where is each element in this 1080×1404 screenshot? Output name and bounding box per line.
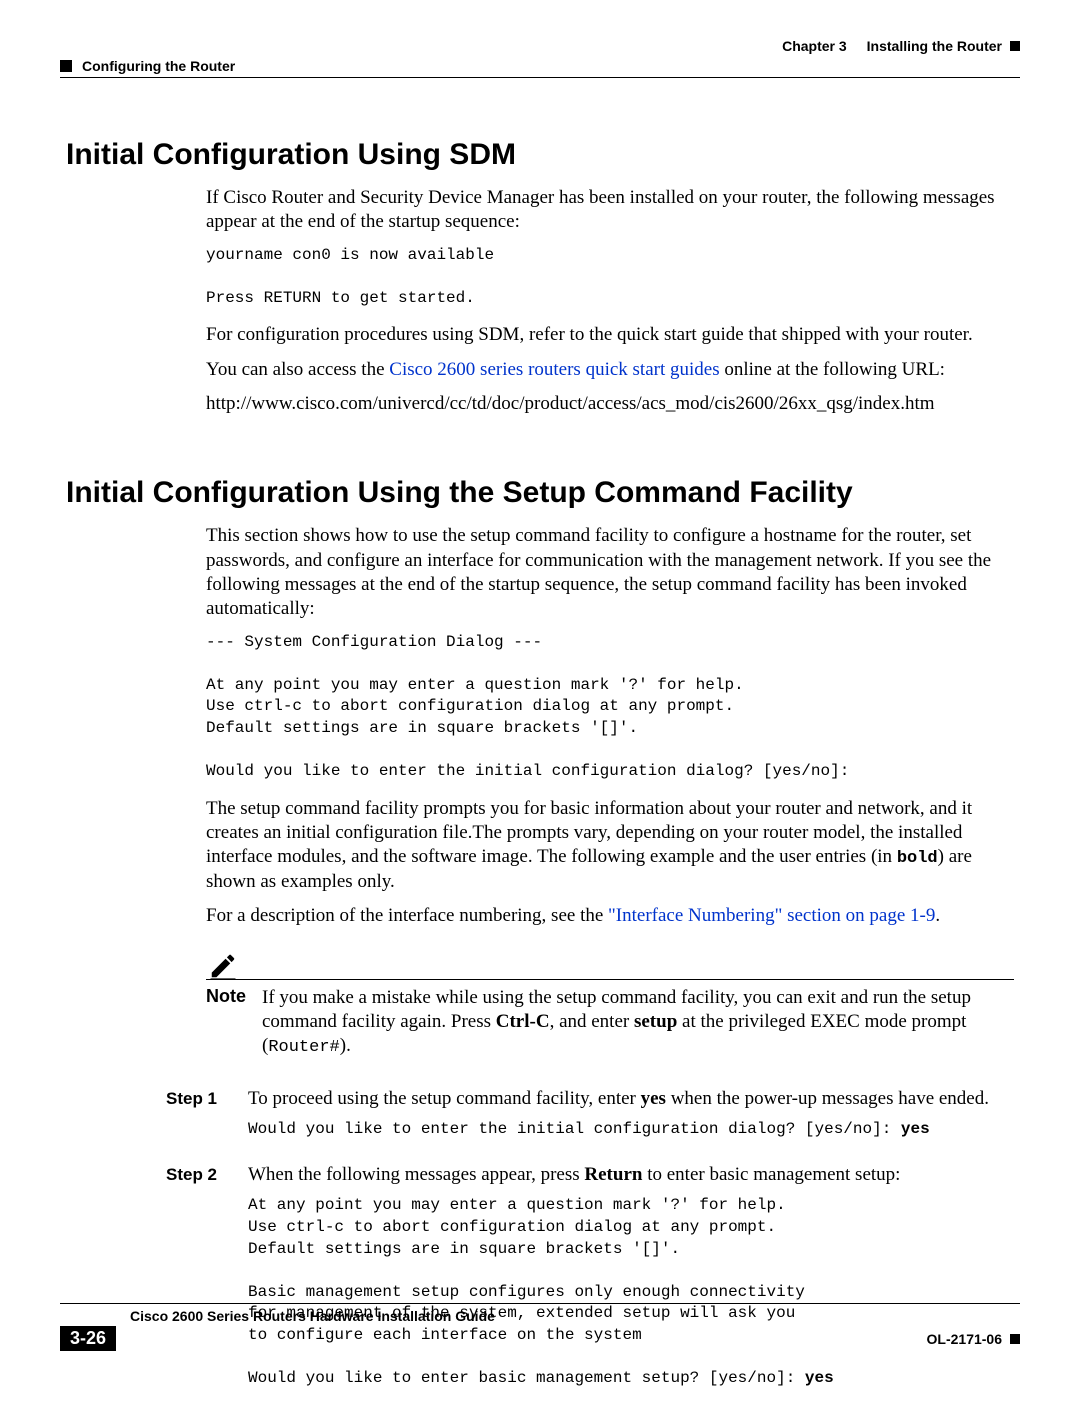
body-text: You can also access the Cisco 2600 serie… (206, 358, 1014, 382)
body-text: The setup command facility prompts you f… (206, 797, 1014, 895)
interface-numbering-link[interactable]: "Interface Numbering" section on page 1-… (608, 905, 935, 926)
text-fragment: ). (340, 1035, 351, 1056)
user-entry: yes (641, 1088, 666, 1109)
chapter-title: Installing the Router (867, 38, 1002, 54)
document-number: OL-2171-06 (927, 1331, 1002, 1347)
text-fragment: The setup command facility prompts you f… (206, 798, 972, 868)
note-text: If you make a mistake while using the se… (262, 986, 1014, 1059)
screen-output: At any point you may enter a question ma… (248, 1195, 1014, 1389)
body-text: This section shows how to use the setup … (206, 524, 1014, 621)
keystroke: Return (584, 1164, 642, 1185)
screen-output: yourname con0 is now available Press RET… (206, 245, 1014, 310)
running-section: Configuring the Router (82, 58, 235, 74)
step-text: When the following messages appear, pres… (248, 1163, 1014, 1187)
screen-output: --- System Configuration Dialog --- At a… (206, 632, 1014, 783)
step-text: To proceed using the setup command facil… (248, 1087, 1014, 1111)
bold-inline: bold (897, 849, 938, 868)
screen-output: Would you like to enter the initial conf… (248, 1119, 1014, 1141)
section-heading-sdm: Initial Configuration Using SDM (66, 138, 1014, 172)
step-label: Step 1 (166, 1089, 224, 1109)
text-fragment: When the following messages appear, pres… (248, 1164, 584, 1185)
text-fragment: when the power-up messages have ended. (666, 1088, 989, 1109)
user-entry: yes (901, 1120, 930, 1138)
body-text: For configuration procedures using SDM, … (206, 323, 1014, 347)
section-marker-icon (60, 60, 72, 72)
user-entry: yes (805, 1369, 834, 1387)
text-fragment: You can also access the (206, 359, 389, 380)
body-text: If Cisco Router and Security Device Mana… (206, 186, 1014, 235)
keystroke: Ctrl-C (496, 1011, 550, 1032)
section-heading-setup: Initial Configuration Using the Setup Co… (66, 476, 1014, 510)
note-label: Note (206, 986, 248, 1059)
text-fragment: Would you like to enter the initial conf… (248, 1120, 901, 1138)
running-header: Chapter 3 Installing the Router (60, 38, 1020, 54)
text-fragment: To proceed using the setup command facil… (248, 1088, 641, 1109)
quick-start-link[interactable]: Cisco 2600 series routers quick start gu… (389, 359, 719, 380)
step-1: Step 1 To proceed using the setup comman… (166, 1087, 1014, 1155)
subheader: Configuring the Router (60, 58, 1020, 74)
router-prompt: Router# (268, 1038, 339, 1057)
text-fragment: . (935, 905, 940, 926)
url-text: http://www.cisco.com/univercd/cc/td/doc/… (206, 392, 1014, 416)
book-title: Cisco 2600 Series Routers Hardware Insta… (130, 1308, 1020, 1324)
header-marker-icon (1010, 41, 1020, 51)
text-fragment: , and enter (550, 1011, 634, 1032)
text-fragment: For a description of the interface numbe… (206, 905, 608, 926)
step-2: Step 2 When the following messages appea… (166, 1163, 1014, 1404)
note-pencil-icon (206, 947, 240, 981)
page-number: 3-26 (60, 1326, 116, 1351)
body-text: For a description of the interface numbe… (206, 904, 1014, 928)
note-block: Note If you make a mistake while using t… (206, 947, 1014, 1059)
chapter-prefix: Chapter 3 (782, 38, 847, 54)
footer-marker-icon (1010, 1334, 1020, 1344)
command-name: setup (634, 1011, 677, 1032)
text-fragment: online at the following URL: (720, 359, 945, 380)
text-fragment: At any point you may enter a question ma… (248, 1196, 805, 1387)
step-label: Step 2 (166, 1165, 224, 1185)
text-fragment: to enter basic management setup: (642, 1164, 900, 1185)
page-footer: Cisco 2600 Series Routers Hardware Insta… (60, 1303, 1020, 1351)
header-rule (60, 77, 1020, 78)
